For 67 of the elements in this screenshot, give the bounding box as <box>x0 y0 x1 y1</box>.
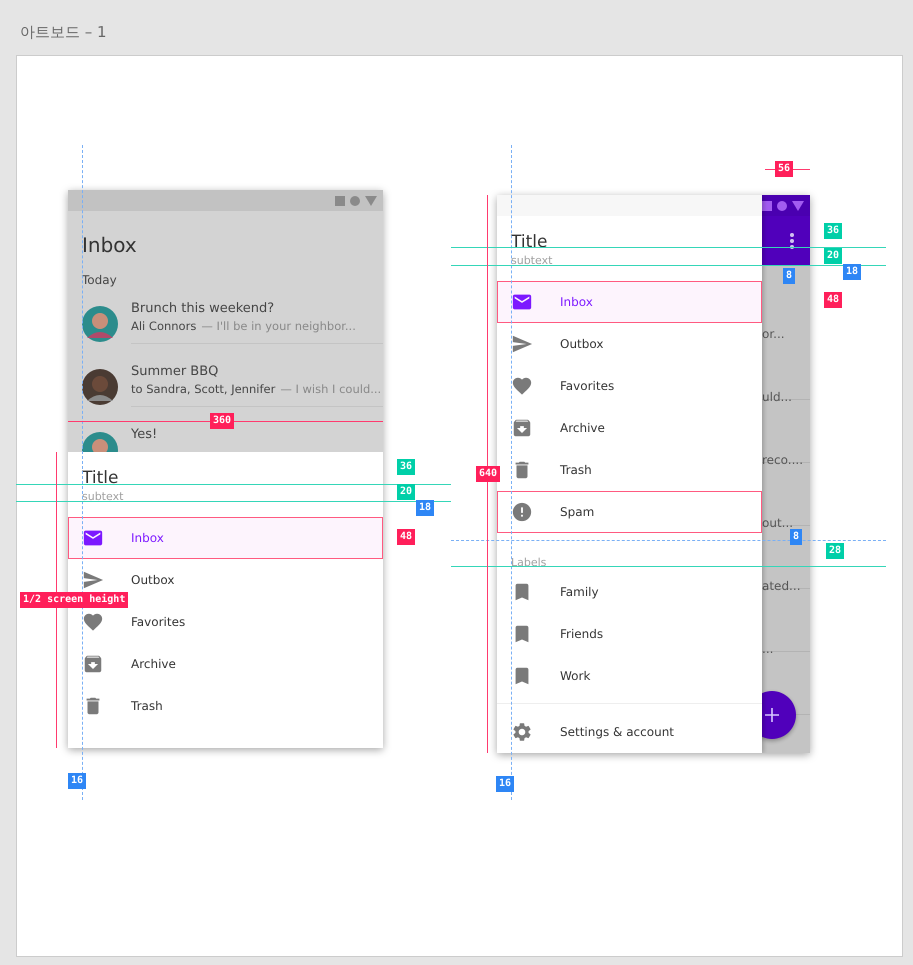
drawer-item[interactable]: Outbox <box>497 323 762 365</box>
message-preview: out... <box>762 516 794 530</box>
message-sender: Ali Connors <box>131 319 196 333</box>
drawer-item[interactable]: Favorites <box>497 365 762 407</box>
heart-icon <box>82 611 104 633</box>
drawer-item[interactable]: Archive <box>131 657 176 671</box>
screen-title: Inbox <box>82 233 138 259</box>
measurement-label: 16 <box>68 773 86 789</box>
archive-icon <box>511 417 533 439</box>
measurement-label: 8 <box>783 268 796 284</box>
measurement-label: 36 <box>397 459 416 475</box>
triangle-icon <box>792 200 804 210</box>
measurement-label: 20 <box>397 484 416 500</box>
drawer-subtext: subtext <box>82 490 124 503</box>
measurement-label: 48 <box>824 292 842 308</box>
message-preview: ated... <box>762 579 801 593</box>
message-subject: Yes! <box>131 427 158 444</box>
message-preview: — I wish I could... <box>280 382 382 396</box>
message-subject: Summer BBQ <box>131 364 220 381</box>
send-icon <box>511 333 533 355</box>
measurement-label: 360 <box>210 413 234 429</box>
drawer-title: Title <box>82 468 120 490</box>
message-preview: ... <box>762 642 774 656</box>
drawer-item[interactable]: Trash <box>131 699 163 713</box>
measurement-label: 56 <box>775 161 794 177</box>
artboard-title: 아트보드 – 1 <box>20 23 107 42</box>
drawer-item[interactable]: Inbox <box>68 517 383 559</box>
square-icon <box>335 196 345 206</box>
drawer-item[interactable]: Archive <box>497 407 762 449</box>
measurement-label: 8 <box>790 529 802 545</box>
drawer-item[interactable]: Friends <box>497 613 762 655</box>
drawer-item[interactable]: Outbox <box>131 573 174 587</box>
message-preview: — I'll be in your neighbor... <box>201 319 356 333</box>
measurement-label: 1/2 screen height <box>20 592 128 608</box>
triangle-icon <box>365 196 377 206</box>
drawer-item[interactable]: Favorites <box>131 615 186 629</box>
plus-icon <box>765 708 779 722</box>
drawer-title: Title <box>511 232 548 254</box>
measurement-label: 48 <box>397 529 416 545</box>
measurement-label: 640 <box>476 466 500 482</box>
message-subject: Brunch this weekend? <box>131 301 276 318</box>
heart-icon <box>511 375 533 397</box>
square-icon <box>762 200 772 210</box>
drawer-item[interactable]: Inbox <box>497 281 762 323</box>
circle-icon <box>777 200 787 210</box>
measurement-label: 36 <box>824 223 842 239</box>
measurement-label: 18 <box>843 264 862 280</box>
measurement-label: 16 <box>496 776 514 792</box>
settings-icon <box>511 721 533 743</box>
message-sender: to Sandra, Scott, Jennifer <box>131 382 276 396</box>
drawer-item[interactable]: Work <box>497 655 762 697</box>
message-preview: uld... <box>762 390 792 404</box>
section-header: Today <box>82 273 118 289</box>
drawer-item[interactable]: Spam <box>497 491 762 533</box>
archive-icon <box>82 653 104 675</box>
circle-icon <box>350 196 360 206</box>
measurement-label: 20 <box>824 248 842 264</box>
message-preview: or... <box>762 327 785 341</box>
message-preview: reco.... <box>762 453 804 467</box>
alert-icon <box>511 501 533 523</box>
measurement-label: 28 <box>826 543 844 559</box>
drawer-subtext: subtext <box>511 254 554 267</box>
drawer-item[interactable]: Family <box>497 571 762 613</box>
section-header: Labels <box>511 556 546 569</box>
more-icon[interactable] <box>790 232 794 248</box>
drawer-item[interactable]: Settings & account <box>497 711 762 753</box>
measurement-label: 18 <box>416 500 434 516</box>
